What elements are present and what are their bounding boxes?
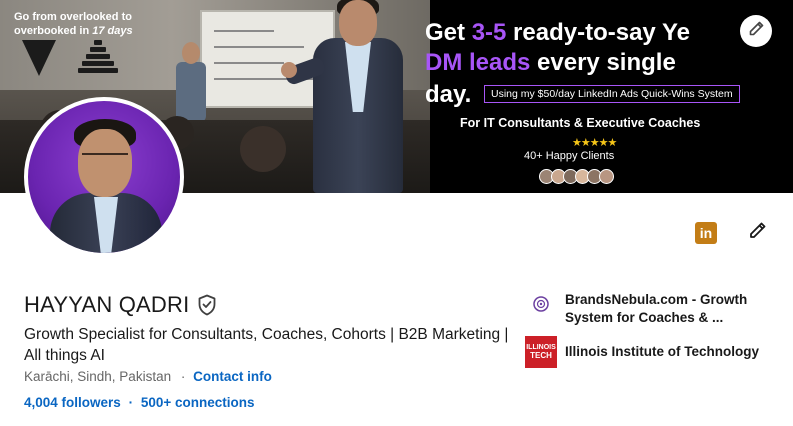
name-row: HAYYAN QADRI <box>24 292 217 318</box>
banner-overlay-text: Go from overlooked to overbooked in 17 d… <box>14 11 133 37</box>
separator-dot: · <box>180 369 186 384</box>
promo-subtitle: Using my $50/day LinkedIn Ads Quick-Wins… <box>484 85 740 103</box>
edit-intro-button[interactable] <box>744 220 770 246</box>
profile-name: HAYYAN QADRI <box>24 292 190 317</box>
pencil-icon <box>748 21 764 42</box>
location-text: Karāchi, Sindh, Pakistan <box>24 369 172 384</box>
company-name: BrandsNebula.com - Growth System for Coa… <box>565 292 748 325</box>
profile-headline: Growth Specialist for Consultants, Coach… <box>24 326 509 364</box>
network-row: 4,004 followers · 500+ connections <box>24 395 255 410</box>
pyramid-icon <box>78 40 118 78</box>
promo-headline-2: DM leads every single <box>425 49 676 76</box>
separator-dot: · <box>128 395 134 410</box>
promo-stars: ★★★★★ <box>572 137 617 149</box>
banner-promo: Get 3-5 ready-to-say Ye DM leads every s… <box>425 0 793 193</box>
contact-info-link[interactable]: Contact info <box>193 369 272 384</box>
education-item[interactable]: ILLINOIS TECH Illinois Institute of Techn… <box>525 336 775 368</box>
current-company-item[interactable]: BrandsNebula.com - Growth System for Coa… <box>525 291 775 327</box>
connections-link[interactable]: 500+ connections <box>141 395 255 410</box>
verified-shield-icon[interactable] <box>197 294 217 316</box>
funnel-icon <box>22 40 56 76</box>
promo-clients: 40+ Happy Clients <box>524 150 615 162</box>
banner-speaker <box>281 0 435 193</box>
promo-headline-1: Get 3-5 ready-to-say Ye <box>425 19 691 46</box>
promo-audience: For IT Consultants & Executive Coaches <box>460 116 701 130</box>
school-name: Illinois Institute of Technology <box>565 344 759 359</box>
client-avatars <box>539 169 614 185</box>
profile-top-card: Go from overlooked to overbooked in 17 d… <box>0 0 793 426</box>
linkedin-logo-icon[interactable]: in <box>695 222 717 244</box>
profile-photo[interactable] <box>24 97 184 257</box>
location-row: Karāchi, Sindh, Pakistan · Contact info <box>24 369 272 384</box>
edit-cover-button[interactable] <box>740 15 772 47</box>
pencil-icon <box>747 221 767 246</box>
brandsnebula-logo <box>525 291 557 323</box>
followers-link[interactable]: 4,004 followers <box>24 395 121 410</box>
promo-headline-3: day. <box>425 81 472 108</box>
illinois-tech-logo: ILLINOIS TECH <box>525 336 557 368</box>
